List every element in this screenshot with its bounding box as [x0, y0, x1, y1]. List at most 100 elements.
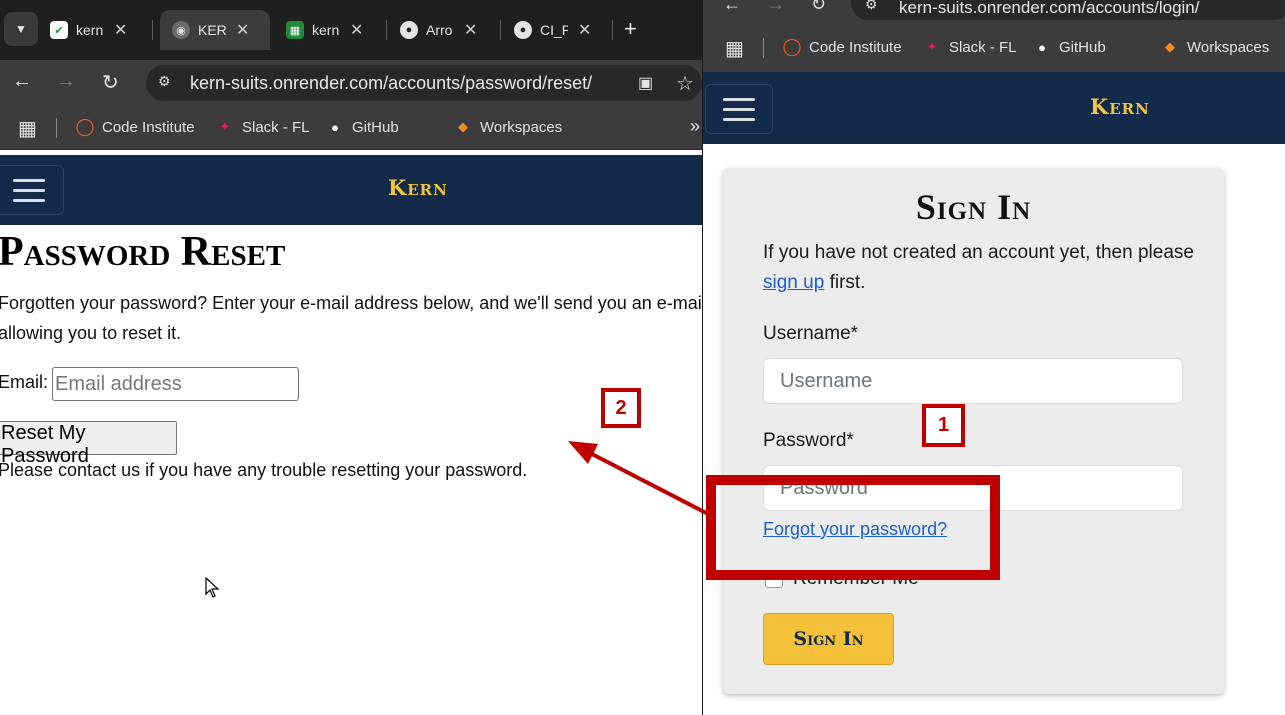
- back-arrow-icon[interactable]: ←: [12, 70, 32, 93]
- bookmark-label: Code Institute: [809, 38, 902, 56]
- bookmark-code-institute[interactable]: ◯ Code Institute: [75, 117, 195, 136]
- browser-toolbar: ← → ↻ ⚙ kern-suits.onrender.com/accounts…: [0, 60, 702, 106]
- site-navbar: Kern: [0, 155, 702, 225]
- signin-title: Sign In: [915, 187, 1032, 227]
- bookmarks-overflow-icon[interactable]: »: [690, 116, 700, 137]
- brand-logo[interactable]: Kern: [388, 175, 448, 200]
- url-text[interactable]: kern-suits.onrender.com/accounts/passwor…: [190, 73, 592, 94]
- tab-strip: ▼ ✔ kern ✕ ◉ KERN ✕ ▦ kern ✕ ● Arro ✕ ● …: [0, 0, 702, 60]
- address-bar[interactable]: ⚙ kern-suits.onrender.com/accounts/passw…: [146, 65, 702, 101]
- forward-arrow-icon[interactable]: →: [767, 0, 785, 15]
- forward-arrow-icon[interactable]: →: [56, 70, 76, 93]
- bookmark-label: Code Institute: [102, 118, 195, 136]
- tab-kern-1[interactable]: ✔ kern ✕: [50, 10, 127, 50]
- kern-favicon-icon: ✔: [50, 21, 68, 39]
- tab-title: CI_P: [540, 22, 568, 38]
- tab-divider: [612, 20, 613, 40]
- signin-card: Sign In If you have not created an accou…: [723, 168, 1224, 694]
- signin-button[interactable]: Sign In: [763, 613, 894, 665]
- globe-icon: ◉: [172, 21, 190, 39]
- github-icon: ●: [514, 21, 532, 39]
- bookmark-workspaces[interactable]: ◆ Workspaces: [454, 118, 562, 136]
- apps-grid-icon[interactable]: ▦: [725, 36, 744, 61]
- slack-icon: ✦: [926, 39, 938, 54]
- bookmark-label: Workspaces: [480, 118, 563, 136]
- reset-intro-text: Forgotten your password? Enter your e-ma…: [0, 293, 702, 343]
- bookmark-label: Slack - FL: [242, 118, 310, 136]
- tab-title: kern: [312, 22, 340, 38]
- bookmark-code-institute[interactable]: ◯ Code Institute: [782, 37, 902, 56]
- green-sheet-icon: ▦: [286, 21, 304, 39]
- bookmark-label: Workspaces: [1187, 38, 1270, 56]
- tab-search-chevron-icon[interactable]: ▼: [4, 12, 38, 46]
- bookmark-slack[interactable]: ✦ Slack - FL: [923, 38, 1017, 56]
- close-icon[interactable]: ✕: [350, 20, 363, 40]
- reload-icon[interactable]: ↻: [811, 0, 826, 15]
- code-institute-icon: ◯: [782, 37, 802, 56]
- bookmark-github[interactable]: ● GitHub: [1033, 38, 1106, 56]
- tab-kern-active[interactable]: ◉ KERN ✕: [160, 10, 270, 50]
- close-icon[interactable]: ✕: [236, 20, 249, 40]
- signin-intro-text: If you have not created an account yet, …: [763, 242, 1194, 263]
- bookmark-slack[interactable]: ✦ Slack - FL: [216, 118, 310, 136]
- username-label: Username*: [763, 323, 859, 344]
- mouse-pointer-icon: [205, 577, 220, 598]
- bookmark-label: GitHub: [352, 118, 399, 136]
- bookmark-workspaces[interactable]: ◆ Workspaces: [1161, 38, 1269, 56]
- hamburger-menu-icon[interactable]: [0, 165, 64, 215]
- tab-divider: [386, 20, 387, 40]
- close-icon[interactable]: ✕: [114, 20, 127, 40]
- right-browser-window: ← → ↻ ⚙ kern-suits.onrender.com/accounts…: [702, 0, 1285, 715]
- tab-divider: [152, 20, 153, 40]
- left-browser-window: ▼ ✔ kern ✕ ◉ KERN ✕ ▦ kern ✕ ● Arro ✕ ● …: [0, 0, 702, 715]
- workspaces-icon: ◆: [458, 119, 468, 134]
- browser-toolbar: ← → ↻ ⚙ kern-suits.onrender.com/accounts…: [703, 0, 1285, 22]
- password-label: Password*: [763, 430, 854, 451]
- tab-arrow-github[interactable]: ● Arro ✕: [400, 10, 477, 50]
- bookmark-star-icon[interactable]: ☆: [676, 71, 694, 96]
- site-navbar: Kern: [703, 72, 1285, 144]
- tab-title: KERN: [198, 22, 226, 38]
- github-icon: ●: [400, 21, 418, 39]
- bookmark-github[interactable]: ● GitHub: [326, 118, 399, 136]
- tab-divider: [500, 20, 501, 40]
- page-title: Password Reset: [0, 229, 286, 275]
- bookmark-label: GitHub: [1059, 38, 1106, 56]
- tab-title: Arro: [426, 22, 453, 38]
- close-icon[interactable]: ✕: [578, 20, 591, 40]
- tab-title: kern: [76, 22, 104, 38]
- close-icon[interactable]: ✕: [464, 20, 477, 40]
- site-info-icon[interactable]: ⚙: [158, 73, 171, 90]
- bookmarks-bar: ▦ ◯ Code Institute ✦ Slack - FL ● GitHub…: [703, 22, 1285, 72]
- bookmarks-bar: ▦ ◯ Code Institute ✦ Slack - FL ● GitHub…: [0, 106, 702, 150]
- code-institute-icon: ◯: [75, 117, 95, 136]
- brand-logo[interactable]: Kern: [1090, 94, 1150, 119]
- bookmark-label: Slack - FL: [949, 38, 1017, 56]
- annotation-badge-2: 2: [601, 388, 641, 428]
- card-icon[interactable]: ▣: [638, 73, 653, 93]
- bookmarks-divider: [56, 118, 57, 138]
- url-text[interactable]: kern-suits.onrender.com/accounts/login/: [899, 0, 1200, 18]
- reset-password-button[interactable]: Reset My Password: [0, 421, 177, 467]
- signin-intro: If you have not created an account yet, …: [763, 238, 1203, 298]
- email-field[interactable]: [52, 367, 299, 401]
- site-info-icon[interactable]: ⚙: [865, 0, 878, 13]
- address-bar[interactable]: ⚙ kern-suits.onrender.com/accounts/login…: [851, 0, 1285, 20]
- back-arrow-icon[interactable]: ←: [723, 0, 741, 15]
- reload-icon[interactable]: ↻: [102, 70, 119, 95]
- slack-icon: ✦: [219, 119, 231, 134]
- new-tab-plus-icon[interactable]: +: [624, 16, 637, 42]
- tab-ci-github[interactable]: ● CI_P ✕: [514, 10, 591, 50]
- username-field[interactable]: [763, 358, 1183, 404]
- email-label: Email:: [0, 372, 49, 392]
- annotation-badge-1: 1: [922, 404, 965, 447]
- workspaces-icon: ◆: [1165, 39, 1175, 54]
- github-icon: ●: [331, 119, 339, 135]
- hamburger-menu-icon[interactable]: [705, 84, 773, 134]
- signin-intro-text-end: first.: [829, 272, 866, 293]
- contact-text: Please contact us if you have any troubl…: [0, 460, 528, 480]
- bookmarks-divider: [763, 38, 764, 58]
- apps-grid-icon[interactable]: ▦: [18, 116, 37, 141]
- signup-link[interactable]: sign up: [763, 272, 824, 293]
- tab-kern-3[interactable]: ▦ kern ✕: [286, 10, 363, 50]
